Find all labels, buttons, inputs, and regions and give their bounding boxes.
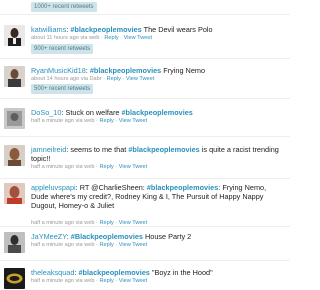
view-tweet-link[interactable]: View Tweet: [119, 164, 147, 170]
hashtag-link[interactable]: #blackpeoplemovies: [90, 66, 161, 75]
tweet-username-link[interactable]: theleaksquad: [31, 268, 74, 277]
reply-link[interactable]: Reply: [99, 164, 113, 170]
retweet-count-badge: 900+ recent retweets: [31, 44, 94, 54]
reply-link[interactable]: Reply: [107, 76, 121, 82]
avatar[interactable]: [4, 232, 25, 253]
divider: [0, 260, 290, 261]
tweet-meta: about 14 hours ago via Dabr · Reply · Vi…: [31, 76, 155, 82]
divider: [0, 14, 290, 15]
tweet-username-link[interactable]: jamneilreid: [31, 145, 66, 154]
tweet-text-pre: : Stuck on welfare: [61, 108, 122, 117]
tweet-text: JaYMeeZY: #Blackpeoplemovies House Party…: [31, 232, 283, 241]
tweet-source: via Dabr: [80, 76, 102, 82]
hashtag-link[interactable]: #blackpeoplemovies: [147, 183, 218, 192]
reply-link[interactable]: Reply: [104, 35, 118, 41]
reply-link[interactable]: Reply: [99, 118, 113, 124]
view-tweet-link[interactable]: View Tweet: [124, 35, 152, 41]
hashtag-link[interactable]: #blackpeoplemovies: [128, 145, 199, 154]
tweet-username-link[interactable]: JaYMeeZY: [31, 232, 67, 241]
tweet-timestamp: about 11 hours ago: [31, 35, 79, 41]
tweet-timestamp: half a minute ago: [31, 242, 74, 248]
tweet-username-link[interactable]: appleluvspapi: [31, 183, 76, 192]
divider: [0, 58, 290, 59]
tweet-meta: half a minute ago via web · Reply · View…: [31, 242, 148, 248]
tweet-source: via web: [75, 278, 95, 284]
hashtag-link[interactable]: #blackpeoplemovies: [121, 108, 192, 117]
hashtag-link[interactable]: #blackpeoplemovies: [78, 268, 149, 277]
tweet-text-post: House Party 2: [142, 232, 192, 241]
tweet-text: appleluvspapi: RT @CharlieSheen: #blackp…: [31, 183, 283, 210]
tweet-timestamp: about 14 hours ago: [31, 76, 80, 82]
tweet-text: katwilliams: #blackpeoplemovies The Devi…: [31, 25, 283, 34]
tweet-meta: half a minute ago via web · Reply · View…: [31, 118, 148, 124]
tweet-username-link[interactable]: RyanMusicKid18: [31, 66, 86, 75]
tweet-text-post: The Devil wears Polo: [141, 25, 213, 34]
tweet-username-link[interactable]: katwilliams: [31, 25, 66, 34]
tweet-source: via web: [75, 242, 95, 248]
avatar[interactable]: [4, 268, 25, 289]
reply-link[interactable]: Reply: [99, 242, 113, 248]
tweet-feed: 1000+ recent retweets katwilliams: #blac…: [0, 0, 290, 290]
divider: [0, 98, 290, 99]
tweet-text: RyanMusicKid18: #blackpeoplemovies Fryin…: [31, 66, 283, 75]
tweet-timestamp: half a minute ago: [31, 164, 74, 170]
retweet-count-badge: 500+ recent retweets: [31, 84, 94, 94]
divider: [0, 226, 290, 227]
tweet-source: via web: [75, 118, 95, 124]
avatar[interactable]: [4, 25, 25, 46]
view-tweet-link[interactable]: View Tweet: [119, 118, 147, 124]
tweet-text: DoSo_10: Stuck on welfare #blackpeoplemo…: [31, 108, 283, 117]
tweet-timestamp: half a minute ago: [31, 278, 74, 284]
divider: [0, 178, 290, 179]
avatar[interactable]: [4, 108, 25, 129]
tweet-username-link[interactable]: DoSo_10: [31, 108, 61, 117]
tweet-text: jamneilreid: seems to me that #blackpeop…: [31, 145, 283, 163]
tweet-timestamp: half a minute ago: [31, 118, 74, 124]
tweet-text: theleaksquad: #blackpeoplemovies "Boyz i…: [31, 268, 283, 277]
view-tweet-link[interactable]: View Tweet: [119, 278, 147, 284]
tweet-meta: about 11 hours ago via web · Reply · Vie…: [31, 35, 153, 41]
tweet-text-post: "Boyz in the Hood": [149, 268, 213, 277]
avatar[interactable]: [4, 183, 25, 204]
hashtag-link[interactable]: #Blackpeoplemovies: [71, 232, 143, 241]
retweet-count-badge: 1000+ recent retweets: [31, 2, 97, 12]
tweet-source: via web: [80, 35, 100, 41]
view-tweet-link[interactable]: View Tweet: [126, 76, 154, 82]
tweet-meta: half a minute ago via web · Reply · View…: [31, 164, 148, 170]
hashtag-link[interactable]: #blackpeoplemovies: [70, 25, 141, 34]
divider: [0, 136, 290, 137]
reply-link[interactable]: Reply: [99, 278, 113, 284]
view-tweet-link[interactable]: View Tweet: [119, 242, 147, 248]
tweet-text-pre: : seems to me that: [66, 145, 129, 154]
tweet-meta: half a minute ago via web · Reply · View…: [31, 278, 148, 284]
tweet-source: via web: [75, 164, 95, 170]
avatar[interactable]: [4, 145, 25, 166]
tweet-text-pre: : RT @CharlieSheen:: [75, 183, 147, 192]
avatar[interactable]: [4, 66, 25, 87]
tweet-text-post: Frying Nemo: [161, 66, 206, 75]
